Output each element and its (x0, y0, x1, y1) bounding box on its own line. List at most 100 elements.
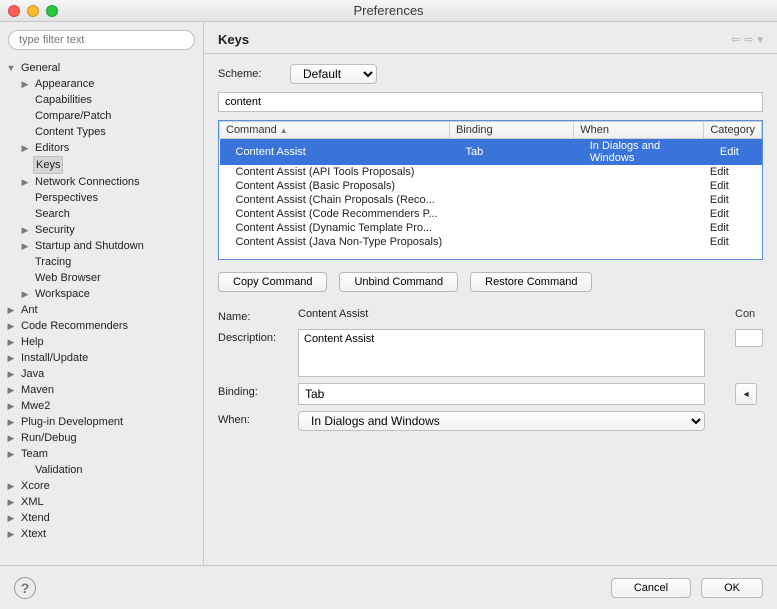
disclosure-triangle-icon[interactable] (20, 238, 30, 254)
tree-item[interactable]: Tracing (6, 254, 197, 270)
nav-menu-icon[interactable]: ▾ (757, 33, 763, 46)
tree-item[interactable]: Java (6, 366, 197, 382)
tree-item[interactable]: Code Recommenders (6, 318, 197, 334)
tree-item[interactable]: Maven (6, 382, 197, 398)
disclosure-triangle-icon[interactable] (6, 430, 16, 446)
tree-item[interactable]: XML (6, 494, 197, 510)
disclosure-triangle-icon[interactable] (6, 302, 16, 318)
tree-item-label: Content Types (33, 124, 108, 140)
binding-input[interactable] (298, 383, 705, 405)
col-when[interactable]: When (574, 122, 704, 139)
col-binding[interactable]: Binding (449, 122, 573, 139)
table-row[interactable]: Content Assist (Dynamic Template Pro...E… (220, 221, 762, 235)
disclosure-triangle-icon[interactable] (6, 510, 16, 526)
scheme-label: Scheme: (218, 68, 280, 80)
tree-item[interactable]: Validation (6, 462, 197, 478)
tree-item[interactable]: Xtend (6, 510, 197, 526)
tree-item[interactable]: Help (6, 334, 197, 350)
tree-item-label: Code Recommenders (19, 318, 130, 334)
keybindings-table[interactable]: Command▲ Binding When Category Content A… (219, 121, 762, 249)
tree-item[interactable]: Appearance (6, 76, 197, 92)
disclosure-triangle-icon[interactable] (6, 334, 16, 350)
disclosure-triangle-icon[interactable] (20, 174, 30, 190)
tree-item[interactable]: Ant (6, 302, 197, 318)
disclosure-triangle-icon[interactable] (6, 414, 16, 430)
disclosure-triangle-icon[interactable] (6, 60, 16, 76)
table-row[interactable]: Content Assist (API Tools Proposals)Edit (220, 165, 762, 179)
cell-command: Content Assist (API Tools Proposals) (220, 165, 450, 179)
dialog-footer: ? Cancel OK (0, 565, 777, 609)
tree-item[interactable]: Network Connections (6, 174, 197, 190)
zoom-window-icon[interactable] (46, 5, 58, 17)
disclosure-triangle-icon[interactable] (6, 366, 16, 382)
tree-item[interactable]: Web Browser (6, 270, 197, 286)
tree-item[interactable]: Team (6, 446, 197, 462)
tree-item-label: Search (33, 206, 72, 222)
conflicts-listbox[interactable] (735, 329, 763, 347)
restore-command-button[interactable]: Restore Command (470, 272, 592, 292)
tree-item-label: Startup and Shutdown (33, 238, 146, 254)
copy-command-button[interactable]: Copy Command (218, 272, 327, 292)
tree-item[interactable]: Keys (6, 156, 197, 174)
disclosure-triangle-icon[interactable] (6, 398, 16, 414)
disclosure-triangle-icon[interactable] (6, 350, 16, 366)
tree-item[interactable]: Capabilities (6, 92, 197, 108)
disclosure-triangle-icon[interactable] (6, 382, 16, 398)
tree-item[interactable]: Xcore (6, 478, 197, 494)
col-category[interactable]: Category (704, 122, 762, 139)
cell-binding (449, 221, 573, 235)
tree-item[interactable]: Security (6, 222, 197, 238)
command-filter-input[interactable] (218, 92, 763, 112)
tree-item[interactable]: Install/Update (6, 350, 197, 366)
tree-item[interactable]: Perspectives (6, 190, 197, 206)
close-window-icon[interactable] (8, 5, 20, 17)
help-icon[interactable]: ? (14, 577, 36, 599)
ok-button[interactable]: OK (701, 578, 763, 598)
tree-item[interactable]: Xtext (6, 526, 197, 542)
disclosure-triangle-icon[interactable] (20, 286, 30, 302)
disclosure-triangle-icon[interactable] (6, 478, 16, 494)
conflicts-label: Con (735, 308, 763, 320)
when-select[interactable]: In Dialogs and Windows (298, 411, 705, 431)
cell-when (574, 165, 704, 179)
disclosure-triangle-icon[interactable] (6, 446, 16, 462)
table-row[interactable]: Content Assist (Code Recommenders P...Ed… (220, 207, 762, 221)
description-textarea[interactable]: Content Assist (298, 329, 705, 377)
table-row[interactable]: Content Assist (Basic Proposals)Edit (220, 179, 762, 193)
tree-item[interactable]: Run/Debug (6, 430, 197, 446)
table-row[interactable]: Content Assist (Chain Proposals (Reco...… (220, 193, 762, 207)
tree-item[interactable]: Editors (6, 140, 197, 156)
name-label: Name: (218, 308, 288, 323)
binding-clear-button[interactable]: ◂ (735, 383, 757, 405)
tree-item[interactable]: Startup and Shutdown (6, 238, 197, 254)
cell-when (574, 221, 704, 235)
disclosure-triangle-icon[interactable] (20, 76, 30, 92)
unbind-command-button[interactable]: Unbind Command (339, 272, 458, 292)
disclosure-triangle-icon[interactable] (6, 318, 16, 334)
scheme-select[interactable]: Default (290, 64, 377, 84)
tree-item[interactable]: Compare/Patch (6, 108, 197, 124)
tree-item-label: Appearance (33, 76, 96, 92)
tree-item[interactable]: Content Types (6, 124, 197, 140)
table-row[interactable]: Content Assist (Java Non-Type Proposals)… (220, 235, 762, 249)
disclosure-triangle-icon[interactable] (6, 494, 16, 510)
col-command[interactable]: Command▲ (220, 122, 450, 139)
tree-item[interactable]: General (6, 60, 197, 76)
disclosure-triangle-icon[interactable] (20, 140, 30, 156)
tree-item[interactable]: Search (6, 206, 197, 222)
tree-item-label: Perspectives (33, 190, 100, 206)
table-row[interactable]: Content AssistTabIn Dialogs and WindowsE… (220, 139, 762, 166)
tree-item[interactable]: Mwe2 (6, 398, 197, 414)
tree-item[interactable]: Workspace (6, 286, 197, 302)
tree-item-label: Security (33, 222, 77, 238)
preferences-tree[interactable]: GeneralAppearanceCapabilitiesCompare/Pat… (0, 58, 203, 565)
tree-item[interactable]: Plug-in Development (6, 414, 197, 430)
nav-back-icon[interactable]: ⇦ (731, 33, 740, 46)
minimize-window-icon[interactable] (27, 5, 39, 17)
nav-forward-icon[interactable]: ⇨ (744, 33, 753, 46)
disclosure-triangle-icon[interactable] (6, 526, 16, 542)
disclosure-triangle-icon[interactable] (20, 222, 30, 238)
tree-item-label: Network Connections (33, 174, 142, 190)
filter-tree-input[interactable] (8, 30, 195, 50)
cancel-button[interactable]: Cancel (611, 578, 691, 598)
